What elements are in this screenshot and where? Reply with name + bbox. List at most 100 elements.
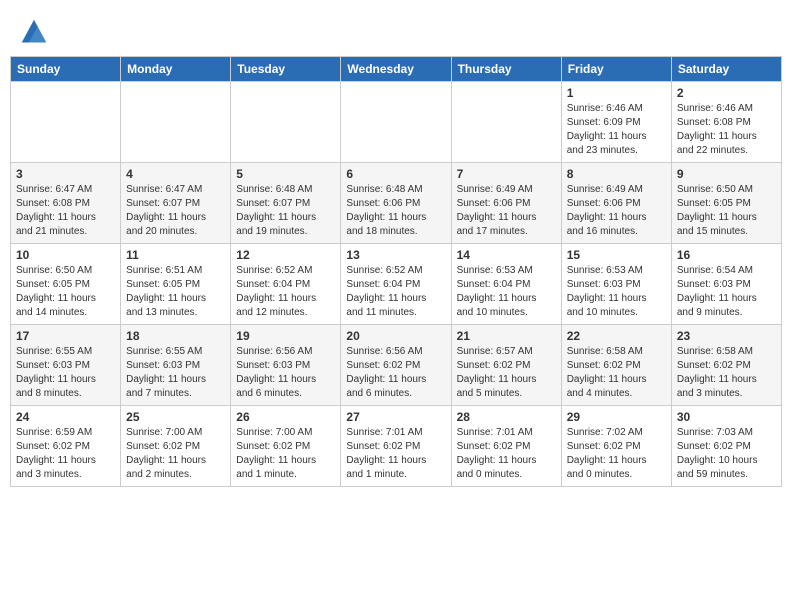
calendar-cell	[11, 82, 121, 163]
day-number: 28	[457, 410, 556, 424]
day-info: Sunrise: 6:50 AMSunset: 6:05 PMDaylight:…	[16, 264, 115, 320]
day-info: Sunrise: 6:58 AMSunset: 6:02 PMDaylight:…	[677, 345, 776, 401]
day-info: Sunrise: 7:00 AMSunset: 6:02 PMDaylight:…	[126, 426, 225, 482]
day-number: 19	[236, 329, 335, 343]
day-number: 8	[567, 167, 666, 181]
logo	[20, 18, 52, 46]
day-number: 3	[16, 167, 115, 181]
day-info: Sunrise: 6:49 AMSunset: 6:06 PMDaylight:…	[457, 183, 556, 239]
day-number: 25	[126, 410, 225, 424]
column-header-sunday: Sunday	[11, 57, 121, 82]
day-number: 6	[346, 167, 445, 181]
day-info: Sunrise: 6:53 AMSunset: 6:04 PMDaylight:…	[457, 264, 556, 320]
day-info: Sunrise: 7:00 AMSunset: 6:02 PMDaylight:…	[236, 426, 335, 482]
day-info: Sunrise: 6:51 AMSunset: 6:05 PMDaylight:…	[126, 264, 225, 320]
day-number: 26	[236, 410, 335, 424]
day-info: Sunrise: 6:50 AMSunset: 6:05 PMDaylight:…	[677, 183, 776, 239]
day-number: 23	[677, 329, 776, 343]
day-number: 13	[346, 248, 445, 262]
day-info: Sunrise: 6:52 AMSunset: 6:04 PMDaylight:…	[236, 264, 335, 320]
calendar-cell: 17 Sunrise: 6:55 AMSunset: 6:03 PMDayligh…	[11, 325, 121, 406]
calendar-cell: 21 Sunrise: 6:57 AMSunset: 6:02 PMDayligh…	[451, 325, 561, 406]
calendar-cell	[341, 82, 451, 163]
day-info: Sunrise: 6:49 AMSunset: 6:06 PMDaylight:…	[567, 183, 666, 239]
day-number: 17	[16, 329, 115, 343]
day-info: Sunrise: 6:46 AMSunset: 6:09 PMDaylight:…	[567, 102, 666, 158]
calendar-cell	[231, 82, 341, 163]
calendar-cell: 30 Sunrise: 7:03 AMSunset: 6:02 PMDayligh…	[671, 406, 781, 487]
week-row: 10 Sunrise: 6:50 AMSunset: 6:05 PMDayligh…	[11, 244, 782, 325]
column-header-saturday: Saturday	[671, 57, 781, 82]
day-info: Sunrise: 6:48 AMSunset: 6:07 PMDaylight:…	[236, 183, 335, 239]
calendar-cell: 5 Sunrise: 6:48 AMSunset: 6:07 PMDaylight…	[231, 163, 341, 244]
day-info: Sunrise: 6:56 AMSunset: 6:02 PMDaylight:…	[346, 345, 445, 401]
column-header-wednesday: Wednesday	[341, 57, 451, 82]
calendar-cell: 20 Sunrise: 6:56 AMSunset: 6:02 PMDayligh…	[341, 325, 451, 406]
day-info: Sunrise: 7:01 AMSunset: 6:02 PMDaylight:…	[346, 426, 445, 482]
day-number: 11	[126, 248, 225, 262]
calendar-cell: 12 Sunrise: 6:52 AMSunset: 6:04 PMDayligh…	[231, 244, 341, 325]
day-number: 29	[567, 410, 666, 424]
day-info: Sunrise: 6:55 AMSunset: 6:03 PMDaylight:…	[126, 345, 225, 401]
day-number: 12	[236, 248, 335, 262]
calendar-cell: 29 Sunrise: 7:02 AMSunset: 6:02 PMDayligh…	[561, 406, 671, 487]
column-header-thursday: Thursday	[451, 57, 561, 82]
day-info: Sunrise: 7:01 AMSunset: 6:02 PMDaylight:…	[457, 426, 556, 482]
day-info: Sunrise: 6:46 AMSunset: 6:08 PMDaylight:…	[677, 102, 776, 158]
calendar-cell: 1 Sunrise: 6:46 AMSunset: 6:09 PMDaylight…	[561, 82, 671, 163]
calendar-cell: 19Sunrise: 6:56 AMSunset: 6:03 PMDayligh…	[231, 325, 341, 406]
calendar-cell: 15 Sunrise: 6:53 AMSunset: 6:03 PMDayligh…	[561, 244, 671, 325]
day-number: 14	[457, 248, 556, 262]
logo-icon	[20, 18, 48, 46]
calendar-cell: 26 Sunrise: 7:00 AMSunset: 6:02 PMDayligh…	[231, 406, 341, 487]
calendar-cell: 25 Sunrise: 7:00 AMSunset: 6:02 PMDayligh…	[121, 406, 231, 487]
day-number: 24	[16, 410, 115, 424]
day-number: 9	[677, 167, 776, 181]
calendar-cell: 3 Sunrise: 6:47 AMSunset: 6:08 PMDaylight…	[11, 163, 121, 244]
calendar-cell: 13 Sunrise: 6:52 AMSunset: 6:04 PMDayligh…	[341, 244, 451, 325]
calendar-cell: 8 Sunrise: 6:49 AMSunset: 6:06 PMDaylight…	[561, 163, 671, 244]
week-row: 24 Sunrise: 6:59 AMSunset: 6:02 PMDayligh…	[11, 406, 782, 487]
week-row: 17 Sunrise: 6:55 AMSunset: 6:03 PMDayligh…	[11, 325, 782, 406]
day-info: Sunrise: 6:47 AMSunset: 6:08 PMDaylight:…	[16, 183, 115, 239]
day-info: Sunrise: 6:47 AMSunset: 6:07 PMDaylight:…	[126, 183, 225, 239]
calendar-cell: 10 Sunrise: 6:50 AMSunset: 6:05 PMDayligh…	[11, 244, 121, 325]
week-row: 1 Sunrise: 6:46 AMSunset: 6:09 PMDaylight…	[11, 82, 782, 163]
calendar-cell: 6 Sunrise: 6:48 AMSunset: 6:06 PMDaylight…	[341, 163, 451, 244]
calendar-cell: 24 Sunrise: 6:59 AMSunset: 6:02 PMDayligh…	[11, 406, 121, 487]
column-header-friday: Friday	[561, 57, 671, 82]
day-info: Sunrise: 6:57 AMSunset: 6:02 PMDaylight:…	[457, 345, 556, 401]
calendar-table: SundayMondayTuesdayWednesdayThursdayFrid…	[10, 56, 782, 487]
calendar-cell: 4 Sunrise: 6:47 AMSunset: 6:07 PMDaylight…	[121, 163, 231, 244]
day-number: 4	[126, 167, 225, 181]
day-info: Sunrise: 6:59 AMSunset: 6:02 PMDaylight:…	[16, 426, 115, 482]
column-header-monday: Monday	[121, 57, 231, 82]
day-info: Sunrise: 6:52 AMSunset: 6:04 PMDaylight:…	[346, 264, 445, 320]
calendar-cell: 11 Sunrise: 6:51 AMSunset: 6:05 PMDayligh…	[121, 244, 231, 325]
day-number: 1	[567, 86, 666, 100]
day-info: Sunrise: 6:54 AMSunset: 6:03 PMDaylight:…	[677, 264, 776, 320]
day-number: 2	[677, 86, 776, 100]
calendar-cell: 23 Sunrise: 6:58 AMSunset: 6:02 PMDayligh…	[671, 325, 781, 406]
day-number: 30	[677, 410, 776, 424]
calendar-cell: 16Sunrise: 6:54 AMSunset: 6:03 PMDayligh…	[671, 244, 781, 325]
calendar-cell	[121, 82, 231, 163]
calendar-cell	[451, 82, 561, 163]
day-number: 10	[16, 248, 115, 262]
day-number: 21	[457, 329, 556, 343]
header-row: SundayMondayTuesdayWednesdayThursdayFrid…	[11, 57, 782, 82]
day-number: 18	[126, 329, 225, 343]
calendar-cell: 9 Sunrise: 6:50 AMSunset: 6:05 PMDaylight…	[671, 163, 781, 244]
day-info: Sunrise: 6:55 AMSunset: 6:03 PMDaylight:…	[16, 345, 115, 401]
day-info: Sunrise: 6:48 AMSunset: 6:06 PMDaylight:…	[346, 183, 445, 239]
calendar-cell: 2 Sunrise: 6:46 AMSunset: 6:08 PMDaylight…	[671, 82, 781, 163]
day-number: 15	[567, 248, 666, 262]
day-number: 27	[346, 410, 445, 424]
calendar-cell: 7Sunrise: 6:49 AMSunset: 6:06 PMDaylight…	[451, 163, 561, 244]
day-number: 20	[346, 329, 445, 343]
day-number: 5	[236, 167, 335, 181]
day-info: Sunrise: 7:02 AMSunset: 6:02 PMDaylight:…	[567, 426, 666, 482]
day-info: Sunrise: 6:53 AMSunset: 6:03 PMDaylight:…	[567, 264, 666, 320]
day-info: Sunrise: 7:03 AMSunset: 6:02 PMDaylight:…	[677, 426, 776, 482]
week-row: 3 Sunrise: 6:47 AMSunset: 6:08 PMDaylight…	[11, 163, 782, 244]
